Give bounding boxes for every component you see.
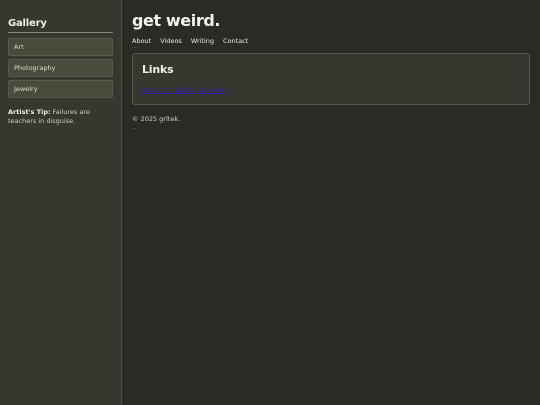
link-twitter[interactable]: Twitter (175, 87, 195, 94)
link-facebook[interactable]: Facebook (197, 87, 225, 94)
nav-link-writing[interactable]: Writing (191, 37, 214, 45)
links-list: Instagram Twitter Facebook (142, 87, 520, 94)
sidebar-item-art[interactable]: Art (8, 38, 113, 56)
links-card-title: Links (142, 63, 174, 76)
footer-ellipsis: ... (132, 125, 137, 131)
site-title[interactable]: get weird. (132, 10, 532, 32)
link-instagram[interactable]: Instagram (142, 87, 173, 94)
sidebar-item-jewelry[interactable]: Jewelry (8, 80, 113, 98)
page: Gallery Art Photography Jewelry Artist's… (0, 0, 540, 405)
main-content: get weird. About Videos Writing Contact … (132, 10, 532, 131)
top-nav: About Videos Writing Contact (132, 37, 532, 45)
artist-tip-label: Artist's Tip: (8, 108, 51, 116)
nav-link-contact[interactable]: Contact (223, 37, 248, 45)
sidebar-item-photography[interactable]: Photography (8, 59, 113, 77)
links-card: Links Instagram Twitter Facebook (132, 53, 530, 105)
sidebar-title: Gallery (8, 18, 113, 33)
sidebar: Gallery Art Photography Jewelry Artist's… (0, 0, 122, 405)
nav-ellipsis: ... (132, 44, 137, 50)
copyright-text: © 2025 grltek. (132, 115, 181, 123)
footer: © 2025 grltek. ... (132, 115, 532, 131)
artist-tip: Artist's Tip: Failures are teachers in d… (8, 108, 113, 126)
nav-link-videos[interactable]: Videos (160, 37, 182, 45)
